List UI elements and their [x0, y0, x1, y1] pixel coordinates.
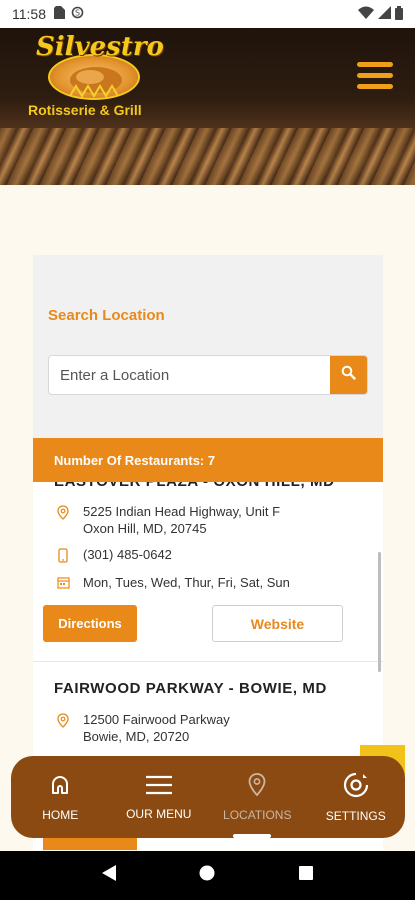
nav-active-indicator — [233, 834, 271, 838]
hamburger-bar — [357, 73, 393, 78]
location-pin-icon — [248, 772, 266, 800]
address-line1: 5225 Indian Head Highway, Unit F — [83, 504, 281, 519]
logo-subtitle: Rotisserie & Grill — [28, 102, 142, 118]
location-address: 12500 Fairwood Parkway Bowie, MD, 20720 — [57, 711, 230, 745]
app-header: Silvestro Rotisserie & Grill — [0, 28, 415, 185]
location-days: Mon, Tues, Wed, Thur, Fri, Sat, Sun — [57, 574, 290, 593]
restaurant-logo[interactable]: Silvestro Rotisserie & Grill — [28, 32, 164, 122]
open-days: Mon, Tues, Wed, Thur, Fri, Sat, Sun — [83, 575, 290, 590]
status-bar: 11:58 S — [0, 0, 415, 28]
search-box — [48, 355, 368, 395]
system-navigation-bar — [0, 851, 415, 900]
address-line2: Bowie, MD, 20720 — [83, 729, 190, 744]
wifi-icon — [358, 6, 374, 22]
location-name: FAIRWOOD PARKWAY - BOWIE, MD — [54, 680, 327, 697]
list-scrollbar[interactable] — [378, 552, 381, 672]
menu-lines-icon — [145, 774, 172, 799]
nav-settings[interactable]: SETTINGS — [311, 772, 401, 823]
home-icon — [48, 773, 72, 800]
battery-icon — [395, 5, 403, 23]
hamburger-bar — [357, 84, 393, 89]
nav-home-label: HOME — [42, 807, 79, 822]
website-button[interactable]: Website — [212, 605, 343, 642]
location-address: 5225 Indian Head Highway, Unit F Oxon Hi… — [57, 503, 280, 537]
location-search-input[interactable] — [49, 356, 331, 394]
calendar-icon — [57, 576, 71, 593]
header-food-banner — [0, 128, 415, 185]
nav-our-menu[interactable]: OUR MENU — [114, 774, 204, 821]
restaurant-count-text: Number Of Restaurants: 7 — [54, 452, 216, 468]
signal-icon — [378, 6, 391, 22]
search-button[interactable] — [330, 356, 367, 394]
address-line1: 12500 Fairwood Parkway — [83, 712, 230, 727]
data-saver-icon: S — [71, 6, 84, 22]
settings-icon — [343, 772, 369, 801]
bottom-navigation: HOME OUR MENU LOCATIONS SETTINGS — [11, 756, 405, 838]
hamburger-menu-button[interactable] — [357, 62, 393, 92]
sim-card-icon — [54, 6, 65, 22]
home-circle-icon[interactable] — [199, 865, 215, 886]
phone-number: (301) 485-0642 — [83, 547, 172, 562]
back-icon[interactable] — [101, 865, 116, 886]
logo-script-text: Silvestro — [36, 32, 164, 62]
search-icon — [341, 365, 356, 385]
location-name: EASTOVER PLAZA - OXON HILL, MD — [54, 482, 335, 490]
hamburger-bar — [357, 62, 393, 67]
search-location-label: Search Location — [48, 307, 165, 324]
nav-locations-label: LOCATIONS — [223, 807, 292, 822]
nav-our-menu-label: OUR MENU — [126, 806, 192, 821]
nav-home[interactable]: HOME — [15, 773, 105, 822]
directions-button[interactable]: Directions — [43, 605, 137, 642]
status-time: 11:58 — [12, 6, 46, 22]
restaurant-count-bar: Number Of Restaurants: 7 — [33, 438, 383, 482]
map-pin-icon — [57, 505, 71, 524]
map-pin-icon — [57, 713, 71, 732]
location-divider — [33, 661, 383, 662]
recents-icon[interactable] — [299, 866, 314, 885]
phone-icon — [57, 548, 71, 567]
svg-text:S: S — [75, 9, 80, 18]
nav-settings-label: SETTINGS — [325, 808, 386, 823]
location-phone[interactable]: (301) 485-0642 — [57, 546, 172, 567]
address-line2: Oxon Hill, MD, 20745 — [83, 521, 207, 536]
nav-locations[interactable]: LOCATIONS — [212, 772, 302, 822]
